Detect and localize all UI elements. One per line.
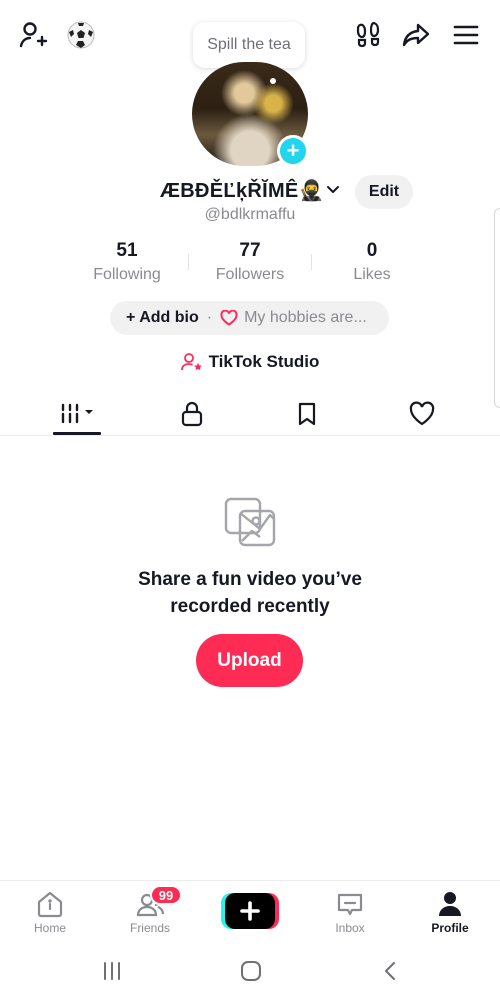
tab-saved[interactable] [267,392,347,436]
hobbies-placeholder[interactable]: My hobbies are... [244,309,367,327]
stat-following[interactable]: 51 Following [67,240,187,284]
stat-divider [188,254,189,270]
tiktok-studio-link[interactable]: TikTok Studio [0,350,500,374]
stat-followers[interactable]: 77 Followers [190,240,310,284]
create-plus-icon[interactable] [221,893,279,929]
share-icon[interactable] [399,18,433,52]
bio-pill[interactable]: + Add bio · My hobbies are... [110,301,389,335]
home-circle-icon[interactable] [240,960,262,982]
back-chevron-icon[interactable] [381,960,401,982]
photo-stack-icon [224,497,276,547]
following-label: Following [93,266,161,283]
studio-label: TikTok Studio [208,352,320,371]
name-row: ÆBĐĚĽķŘĬMÊ🥷 [0,178,500,206]
tooltip-text: Spill the tea [207,36,291,53]
system-navigation-bar [0,942,500,1000]
bookmark-icon [298,402,316,426]
active-tab-indicator [53,432,101,435]
likes-label: Likes [353,266,391,283]
studio-person-star-icon [180,353,202,371]
tab-videos[interactable] [37,392,117,436]
nav-friends-label: Friends [129,921,170,935]
footprints-icon[interactable] [352,18,386,52]
display-name: ÆBĐĚĽķŘĬMÊ🥷 [160,180,324,202]
empty-state-line1: Share a fun video you’ve [138,569,362,590]
friends-notification-badge: 99 [150,885,182,905]
videos-grid-icon [59,403,93,424]
heart-outline-icon [220,310,238,326]
tab-liked[interactable] [382,392,462,436]
nav-home-label: Home [33,921,66,935]
add-avatar-plus-icon[interactable]: + [277,135,309,167]
stats-row: 51 Following 77 Followers 0 Likes [0,240,500,286]
nav-inbox[interactable]: Inbox [305,889,395,935]
likes-count: 0 [366,240,378,261]
bio-separator: · [206,309,213,326]
followers-count: 77 [239,240,261,261]
empty-state-line2: recorded recently [170,596,330,617]
menu-icon[interactable] [449,18,483,52]
edit-label: Edit [368,183,400,200]
content-tabs [0,392,500,436]
followers-label: Followers [215,266,285,283]
tab-private[interactable] [152,392,232,436]
recent-apps-icon[interactable] [102,960,122,982]
username: @bdlkrmaffu [204,206,296,223]
nav-home[interactable]: Home [5,889,95,935]
lock-icon [181,401,203,427]
soccer-ball-icon[interactable] [64,18,98,52]
nav-profile[interactable]: Profile [405,889,495,935]
chevron-down-icon[interactable] [324,180,342,198]
nav-profile-label: Profile [431,921,469,935]
empty-state-message: Share a fun video you’ve recorded recent… [0,566,500,620]
avatar-indicator-dot [270,78,276,84]
edge-panel-handle[interactable] [494,208,500,408]
profile-icon [439,892,461,916]
inbox-icon [337,893,363,916]
upload-button[interactable]: Upload [196,634,303,687]
add-bio-button[interactable]: + Add bio [126,309,199,327]
upload-label: Upload [217,649,282,671]
following-count: 51 [116,240,138,261]
stat-likes[interactable]: 0 Likes [312,240,432,284]
nav-inbox-label: Inbox [335,921,365,935]
edit-profile-button[interactable]: Edit [355,175,413,209]
heart-icon [409,401,435,426]
add-friend-icon[interactable] [16,18,50,52]
home-icon [37,891,63,918]
